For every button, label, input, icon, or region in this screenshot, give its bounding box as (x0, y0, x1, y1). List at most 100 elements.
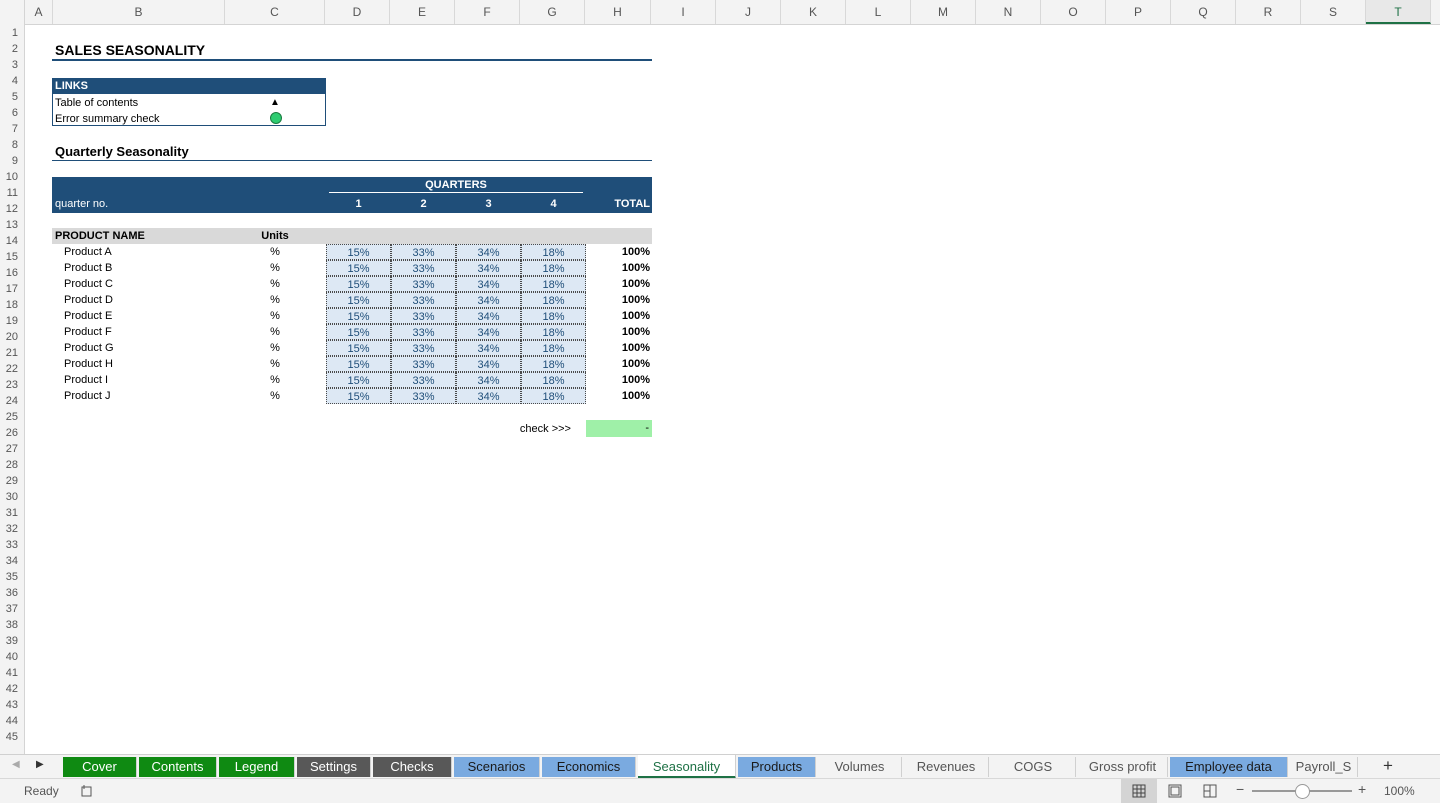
row-header-7[interactable]: 7 (0, 121, 24, 137)
column-header-r[interactable]: R (1236, 0, 1301, 24)
sheet-tab-checks[interactable]: Checks (373, 757, 452, 777)
row-header-12[interactable]: 12 (0, 201, 24, 217)
seasonality-input-q2[interactable]: 33% (391, 276, 456, 292)
row-header-22[interactable]: 22 (0, 361, 24, 377)
column-header-l[interactable]: L (846, 0, 911, 24)
row-header-29[interactable]: 29 (0, 473, 24, 489)
sheet-tab-products[interactable]: Products (738, 757, 816, 777)
seasonality-input-q1[interactable]: 15% (326, 324, 391, 340)
zoom-level[interactable]: 100% (1384, 784, 1415, 798)
tab-scroll-next-icon[interactable]: ▶ (36, 759, 44, 770)
row-header-42[interactable]: 42 (0, 681, 24, 697)
row-header-44[interactable]: 44 (0, 713, 24, 729)
sheet-tab-employee-data[interactable]: Employee data (1170, 757, 1288, 777)
seasonality-input-q3[interactable]: 34% (456, 244, 521, 260)
sheet-tab-revenues[interactable]: Revenues (904, 757, 989, 777)
seasonality-input-q3[interactable]: 34% (456, 292, 521, 308)
row-header-39[interactable]: 39 (0, 633, 24, 649)
zoom-slider-thumb[interactable] (1295, 784, 1310, 799)
row-header-36[interactable]: 36 (0, 585, 24, 601)
column-header-t[interactable]: T (1366, 0, 1431, 24)
row-header-40[interactable]: 40 (0, 649, 24, 665)
row-header-9[interactable]: 9 (0, 153, 24, 169)
row-header-45[interactable]: 45 (0, 729, 24, 745)
sheet-tab-payroll-s[interactable]: Payroll_S (1290, 757, 1358, 777)
row-header-38[interactable]: 38 (0, 617, 24, 633)
row-header-18[interactable]: 18 (0, 297, 24, 313)
seasonality-input-q3[interactable]: 34% (456, 308, 521, 324)
page-break-icon[interactable] (1203, 784, 1217, 798)
seasonality-input-q2[interactable]: 33% (391, 372, 456, 388)
sheet-tab-economics[interactable]: Economics (542, 757, 636, 777)
seasonality-input-q3[interactable]: 34% (456, 372, 521, 388)
row-header-43[interactable]: 43 (0, 697, 24, 713)
seasonality-input-q4[interactable]: 18% (521, 372, 586, 388)
row-header-41[interactable]: 41 (0, 665, 24, 681)
seasonality-input-q3[interactable]: 34% (456, 356, 521, 372)
seasonality-input-q3[interactable]: 34% (456, 276, 521, 292)
page-layout-icon[interactable] (1168, 784, 1182, 798)
triangle-up-icon[interactable]: ▲ (270, 95, 280, 111)
row-header-17[interactable]: 17 (0, 281, 24, 297)
link-table-of-contents[interactable]: Table of contents (55, 95, 138, 111)
column-header-s[interactable]: S (1301, 0, 1366, 24)
column-header-g[interactable]: G (520, 0, 585, 24)
sheet-tab-cogs[interactable]: COGS (991, 757, 1076, 777)
seasonality-input-q4[interactable]: 18% (521, 324, 586, 340)
row-header-27[interactable]: 27 (0, 441, 24, 457)
seasonality-input-q2[interactable]: 33% (391, 340, 456, 356)
seasonality-input-q4[interactable]: 18% (521, 292, 586, 308)
column-header-i[interactable]: I (651, 0, 716, 24)
column-header-p[interactable]: P (1106, 0, 1171, 24)
accessibility-icon[interactable] (80, 784, 94, 798)
check-value-cell[interactable]: - (586, 420, 652, 437)
seasonality-input-q2[interactable]: 33% (391, 388, 456, 404)
row-header-19[interactable]: 19 (0, 313, 24, 329)
seasonality-input-q4[interactable]: 18% (521, 244, 586, 260)
seasonality-input-q2[interactable]: 33% (391, 292, 456, 308)
row-header-13[interactable]: 13 (0, 217, 24, 233)
row-header-20[interactable]: 20 (0, 329, 24, 345)
seasonality-input-q2[interactable]: 33% (391, 324, 456, 340)
link-error-summary-check[interactable]: Error summary check (55, 111, 160, 127)
sheet-tab-seasonality[interactable]: Seasonality (638, 755, 736, 779)
row-header-4[interactable]: 4 (0, 73, 24, 89)
select-all-corner[interactable] (0, 0, 25, 24)
column-header-c[interactable]: C (225, 0, 325, 24)
row-header-31[interactable]: 31 (0, 505, 24, 521)
seasonality-input-q1[interactable]: 15% (326, 356, 391, 372)
sheet-tab-cover[interactable]: Cover (63, 757, 137, 777)
seasonality-input-q1[interactable]: 15% (326, 260, 391, 276)
seasonality-input-q3[interactable]: 34% (456, 388, 521, 404)
seasonality-input-q1[interactable]: 15% (326, 340, 391, 356)
column-header-d[interactable]: D (325, 0, 390, 24)
seasonality-input-q3[interactable]: 34% (456, 324, 521, 340)
row-header-28[interactable]: 28 (0, 457, 24, 473)
row-header-10[interactable]: 10 (0, 169, 24, 185)
seasonality-input-q4[interactable]: 18% (521, 276, 586, 292)
seasonality-input-q4[interactable]: 18% (521, 388, 586, 404)
sheet-tab-volumes[interactable]: Volumes (818, 757, 902, 777)
row-header-11[interactable]: 11 (0, 185, 24, 201)
seasonality-input-q4[interactable]: 18% (521, 260, 586, 276)
seasonality-input-q4[interactable]: 18% (521, 340, 586, 356)
row-header-25[interactable]: 25 (0, 409, 24, 425)
sheet-tab-settings[interactable]: Settings (297, 757, 371, 777)
row-header-5[interactable]: 5 (0, 89, 24, 105)
row-header-21[interactable]: 21 (0, 345, 24, 361)
tab-scroll-prev-icon[interactable]: ◀ (12, 759, 20, 770)
row-header-14[interactable]: 14 (0, 233, 24, 249)
column-header-m[interactable]: M (911, 0, 976, 24)
row-header-15[interactable]: 15 (0, 249, 24, 265)
column-header-q[interactable]: Q (1171, 0, 1236, 24)
row-header-32[interactable]: 32 (0, 521, 24, 537)
row-header-23[interactable]: 23 (0, 377, 24, 393)
row-header-26[interactable]: 26 (0, 425, 24, 441)
row-header-16[interactable]: 16 (0, 265, 24, 281)
column-header-o[interactable]: O (1041, 0, 1106, 24)
seasonality-input-q1[interactable]: 15% (326, 292, 391, 308)
seasonality-input-q1[interactable]: 15% (326, 388, 391, 404)
column-header-e[interactable]: E (390, 0, 455, 24)
zoom-in-button[interactable]: + (1358, 781, 1366, 797)
seasonality-input-q2[interactable]: 33% (391, 260, 456, 276)
